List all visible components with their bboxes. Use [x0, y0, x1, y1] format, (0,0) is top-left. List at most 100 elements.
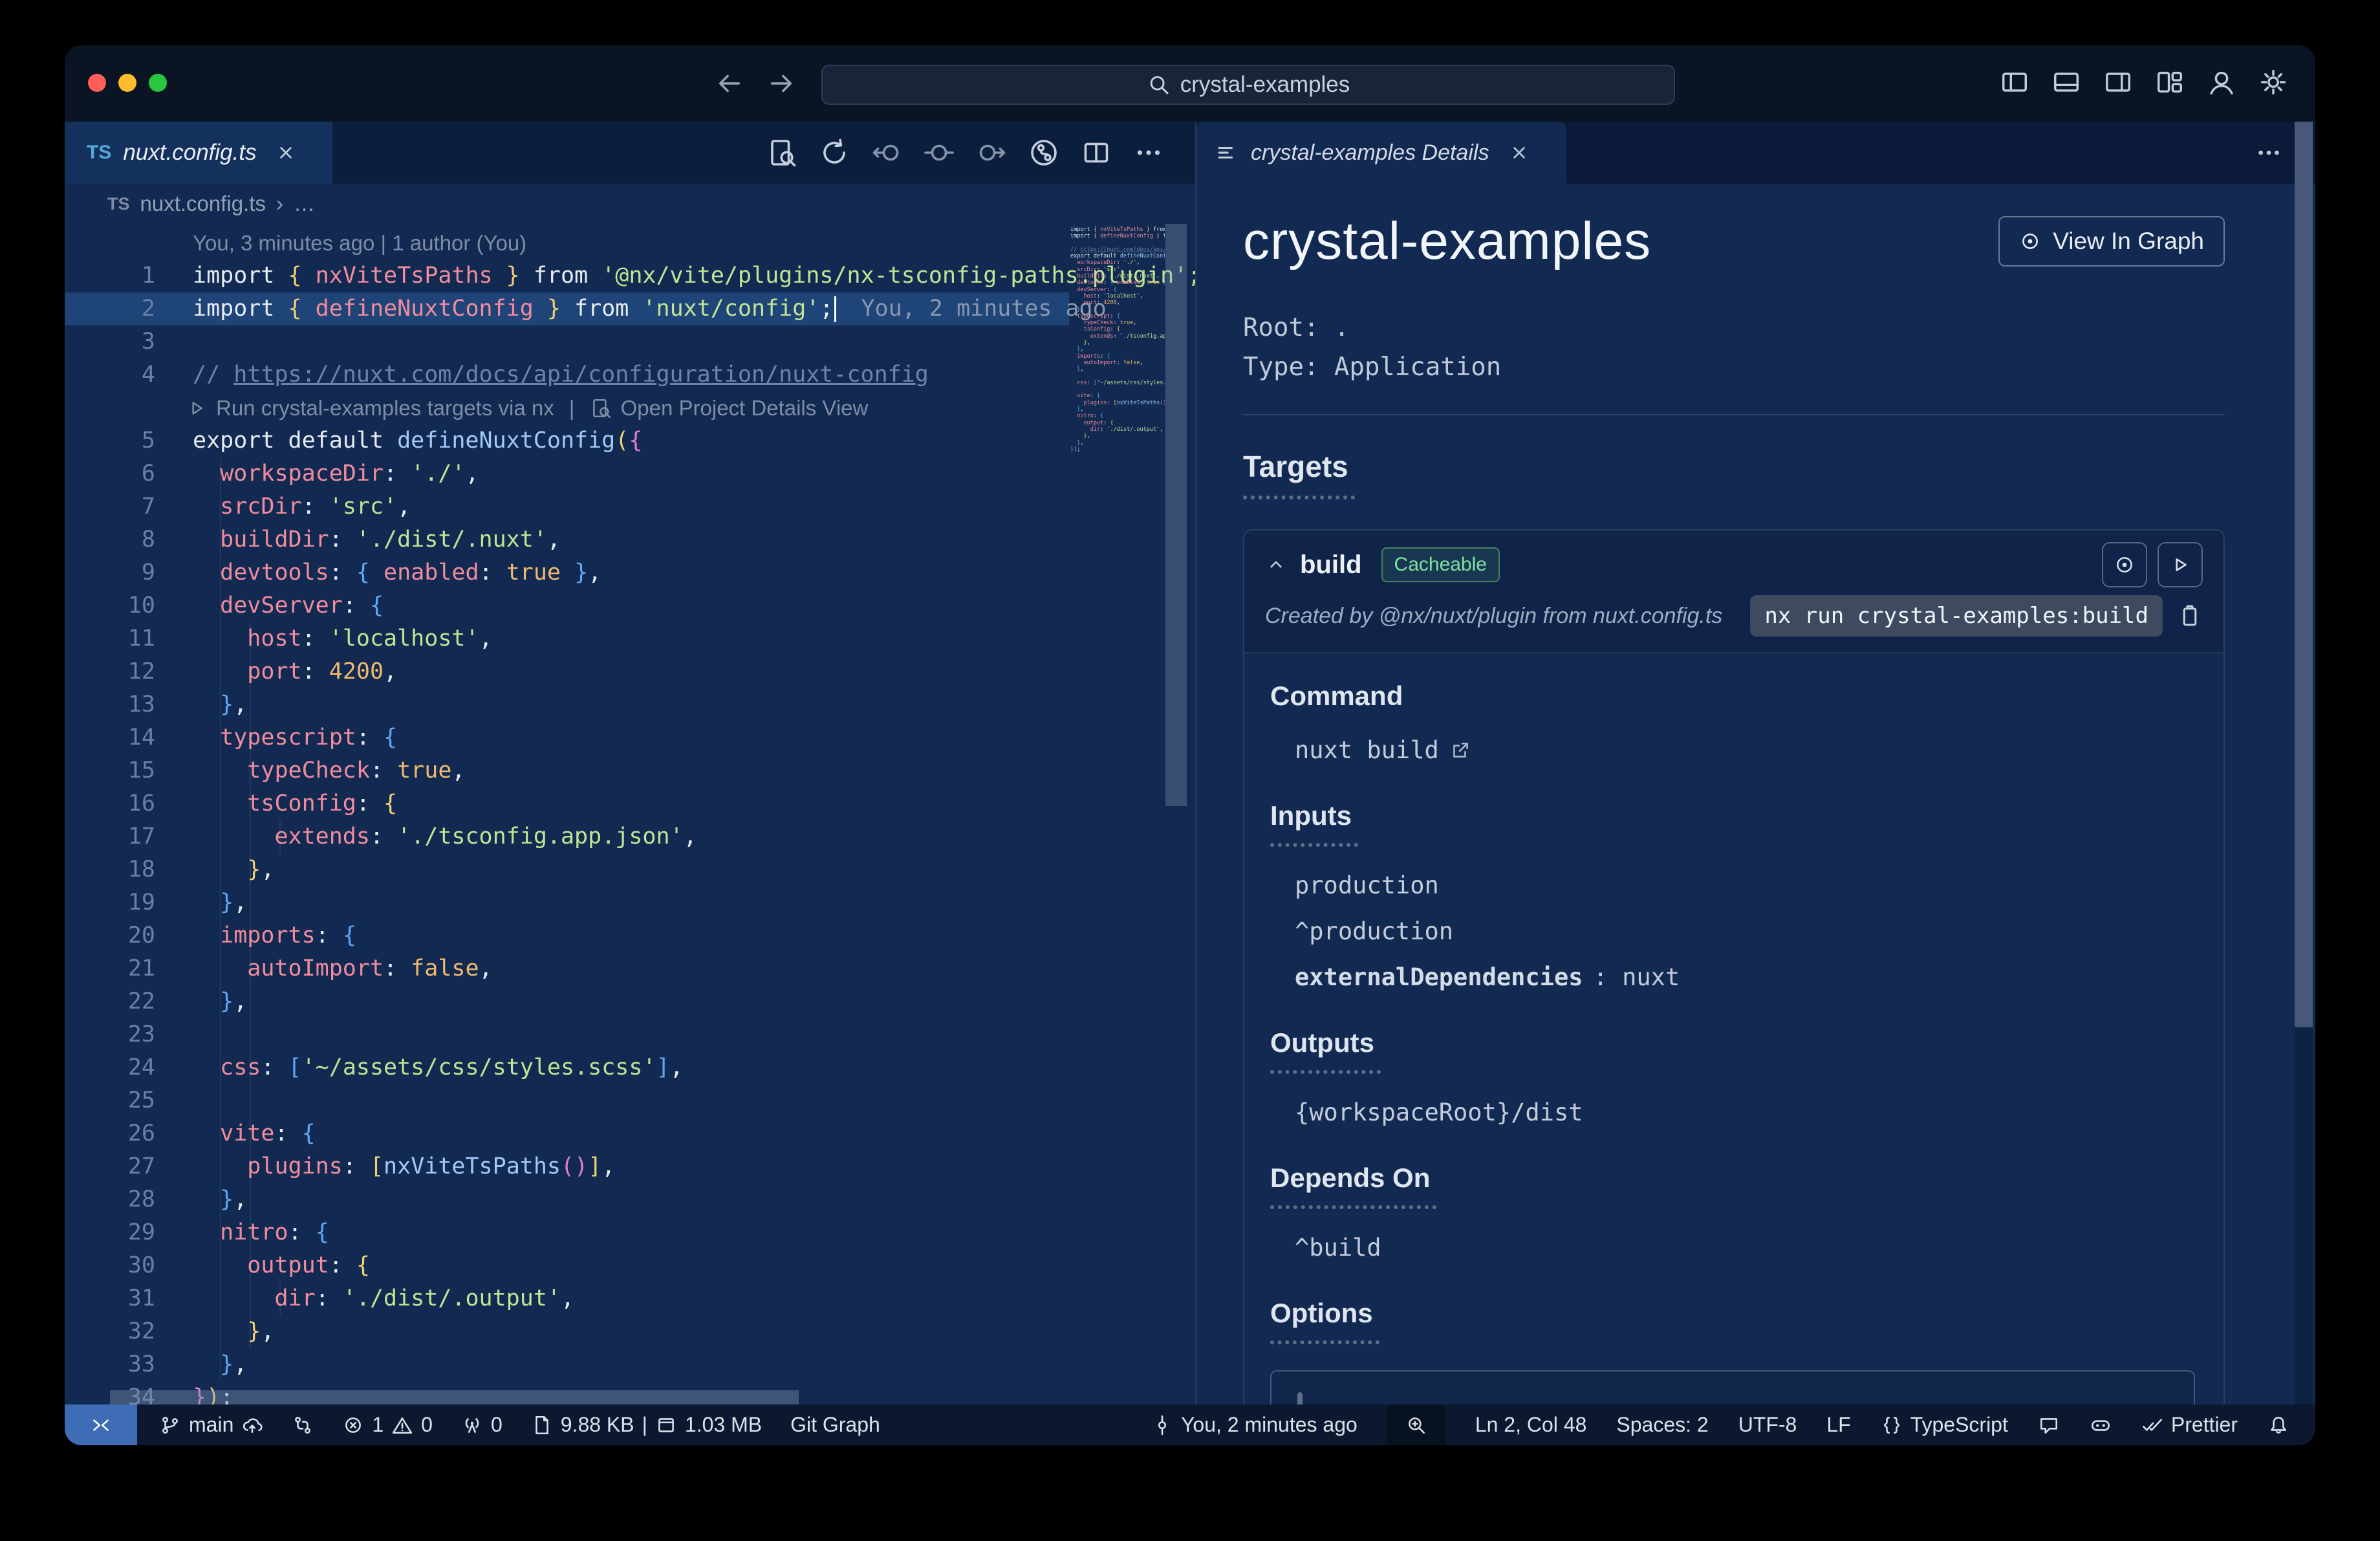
statusbar-file-size[interactable]: 9.88 KB | 1.03 MB — [531, 1413, 762, 1437]
line-number[interactable]: 30 — [65, 1249, 155, 1282]
previous-change-icon[interactable] — [871, 137, 902, 168]
history-forward-icon[interactable] — [766, 69, 796, 98]
remote-indicator[interactable] — [65, 1404, 137, 1445]
open-details-lens-icon[interactable] — [590, 397, 612, 419]
history-back-icon[interactable] — [715, 69, 744, 98]
statusbar-formatter[interactable]: Prettier — [2141, 1413, 2238, 1437]
account-icon[interactable] — [2207, 67, 2236, 97]
code-line[interactable]: 8 buildDir: './dist/.nuxt', — [65, 523, 1195, 556]
breadcrumb-more[interactable]: … — [294, 191, 315, 216]
view-in-graph-button[interactable]: View In Graph — [1998, 216, 2225, 267]
line-number[interactable]: 8 — [65, 523, 155, 556]
code-line[interactable]: 23 — [65, 1018, 1195, 1051]
tab-nuxt-config[interactable]: TS nuxt.config.ts — [65, 122, 332, 184]
code-line[interactable]: 5 export default defineNuxtConfig({ — [65, 424, 1195, 457]
run-command-chip[interactable]: nx run crystal-examples:build — [1750, 595, 2163, 637]
line-number[interactable]: 2 — [65, 292, 155, 325]
codelens-open-link[interactable]: Open Project Details View — [621, 391, 869, 424]
code-line[interactable]: 20 imports: { — [65, 919, 1195, 952]
minimap[interactable]: import { nxViteTsPaths } from '@nx/vite/… — [1070, 226, 1165, 453]
statusbar-indentation[interactable]: Spaces: 2 — [1616, 1413, 1708, 1437]
toggle-primary-sidebar-icon[interactable] — [2000, 67, 2029, 97]
line-number[interactable]: 33 — [65, 1348, 155, 1381]
breadcrumb-file[interactable]: nuxt.config.ts — [140, 191, 266, 216]
statusbar-problems[interactable]: 10 — [342, 1413, 433, 1437]
run-target-button[interactable] — [2158, 542, 2203, 587]
line-number[interactable]: 1 — [65, 259, 155, 292]
breadcrumb[interactable]: TS nuxt.config.ts › … — [65, 184, 1195, 224]
close-tab-icon[interactable] — [275, 142, 297, 164]
options-json-editor[interactable]: { "cwd": "."} — [1270, 1370, 2195, 1404]
statusbar-git-branch[interactable]: main — [159, 1413, 263, 1437]
command-center-search[interactable]: crystal-examples — [821, 65, 1675, 105]
line-number[interactable]: 21 — [65, 952, 155, 985]
line-number[interactable]: 11 — [65, 622, 155, 655]
statusbar-language-mode[interactable]: TypeScript — [1881, 1413, 2008, 1437]
line-number[interactable]: 19 — [65, 886, 155, 919]
run-targets-lens-icon[interactable] — [185, 397, 207, 419]
next-change-icon[interactable] — [976, 137, 1007, 168]
line-number[interactable]: 31 — [65, 1282, 155, 1315]
line-number[interactable]: 25 — [65, 1084, 155, 1117]
code-line[interactable]: 19 }, — [65, 886, 1195, 919]
statusbar-blame-info[interactable]: You, 2 minutes ago — [1151, 1413, 1358, 1437]
line-number[interactable]: 14 — [65, 721, 155, 754]
code-editor[interactable]: You, 3 minutes ago | 1 author (You) 1 impo… — [65, 224, 1195, 1404]
code-line[interactable]: 4// https://nuxt.com/docs/api/configurat… — [65, 358, 1195, 391]
code-line[interactable]: 7 srcDir: 'src', — [65, 490, 1195, 523]
refresh-icon[interactable] — [819, 137, 850, 168]
code-line[interactable]: 13 }, — [65, 688, 1195, 721]
line-number[interactable]: 13 — [65, 688, 155, 721]
view-target-in-graph-button[interactable] — [2102, 542, 2147, 587]
code-line[interactable]: 2 import { defineNuxtConfig } from 'nuxt/… — [65, 292, 1195, 325]
code-line[interactable]: 17 extends: './tsconfig.app.json', — [65, 820, 1195, 853]
code-line[interactable]: 6 workspaceDir: './', — [65, 457, 1195, 490]
codelens-run-link[interactable]: Run crystal-examples targets via nx — [216, 391, 554, 424]
panel-scrollbar-thumb[interactable] — [2295, 122, 2313, 1027]
line-number[interactable]: 26 — [65, 1117, 155, 1150]
code-line[interactable]: 31 dir: './dist/.output', — [65, 1282, 1195, 1315]
line-number[interactable]: 3 — [65, 325, 155, 358]
statusbar-eol[interactable]: LF — [1826, 1413, 1850, 1437]
code-line[interactable]: 28 }, — [65, 1183, 1195, 1216]
statusbar-copilot[interactable] — [2090, 1414, 2112, 1436]
tab-project-details[interactable]: crystal-examples Details — [1196, 122, 1566, 184]
code-line[interactable]: 18 }, — [65, 853, 1195, 886]
more-actions-icon[interactable] — [1133, 137, 1164, 168]
target-build-header[interactable]: build Cacheable Created by @nx/nuxt/plug… — [1244, 530, 2223, 653]
open-preview-icon[interactable] — [766, 137, 797, 168]
editor-horizontal-scrollbar[interactable] — [110, 1390, 799, 1404]
line-number[interactable]: 23 — [65, 1018, 155, 1051]
code-line[interactable]: 16 tsConfig: { — [65, 787, 1195, 820]
statusbar-encoding[interactable]: UTF-8 — [1738, 1413, 1797, 1437]
toggle-panel-icon[interactable] — [2051, 67, 2081, 97]
code-line[interactable]: 15 typeCheck: true, — [65, 754, 1195, 787]
code-line[interactable]: 32 }, — [65, 1315, 1195, 1348]
code-line[interactable]: 26 vite: { — [65, 1117, 1195, 1150]
code-line[interactable]: 29 nitro: { — [65, 1216, 1195, 1249]
code-line[interactable]: 24 css: ['~/assets/css/styles.scss'], — [65, 1051, 1195, 1084]
collapse-chevron-icon[interactable] — [1265, 554, 1287, 576]
line-number[interactable]: 15 — [65, 754, 155, 787]
close-window-button[interactable] — [88, 74, 106, 92]
statusbar-cursor-position[interactable]: Ln 2, Col 48 — [1475, 1413, 1587, 1437]
line-number[interactable]: 5 — [65, 424, 155, 457]
code-line[interactable]: 12 port: 4200, — [65, 655, 1195, 688]
code-line[interactable]: 9 devtools: { enabled: true }, — [65, 556, 1195, 589]
line-number[interactable]: 22 — [65, 985, 155, 1018]
external-icon[interactable] — [1449, 739, 1471, 761]
code-line[interactable]: 3 — [65, 325, 1195, 358]
toggle-secondary-sidebar-icon[interactable] — [2103, 67, 2133, 97]
line-number[interactable]: 10 — [65, 589, 155, 622]
code-line[interactable]: 27 plugins: [nxViteTsPaths()], — [65, 1150, 1195, 1183]
code-line[interactable]: 30 output: { — [65, 1249, 1195, 1282]
close-panel-tab-icon[interactable] — [1508, 142, 1530, 164]
settings-gear-icon[interactable] — [2258, 67, 2288, 97]
target-detail-item[interactable]: nuxt build — [1270, 736, 2195, 764]
statusbar-git-compare[interactable] — [292, 1414, 314, 1436]
split-editor-icon[interactable] — [1081, 137, 1112, 168]
statusbar-git-graph[interactable]: Git Graph — [790, 1413, 880, 1437]
current-change-icon[interactable] — [924, 137, 955, 168]
line-number[interactable]: 6 — [65, 457, 155, 490]
statusbar-feedback[interactable] — [2038, 1414, 2060, 1436]
